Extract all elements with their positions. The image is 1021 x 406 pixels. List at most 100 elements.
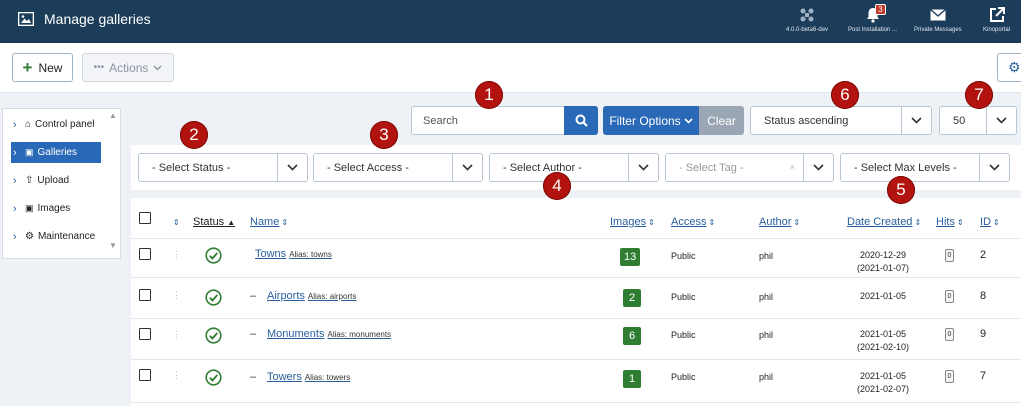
created-date: 2021-01-05 — [859, 371, 907, 381]
select-all-checkbox[interactable] — [139, 212, 151, 224]
options-button[interactable]: ⚙ — [997, 53, 1021, 82]
gallery-name: Towers — [267, 371, 302, 383]
sidebar-item-label: Galleries — [37, 147, 77, 158]
new-button[interactable]: + New — [12, 53, 73, 82]
filter-options-button[interactable]: Filter Options — [603, 106, 699, 135]
row-checkbox[interactable] — [139, 248, 151, 260]
gallery-name-link[interactable]: Airports Alias: airports — [267, 290, 356, 302]
images-column-header[interactable]: Images ⇕ — [610, 216, 655, 228]
clear-button[interactable]: Clear — [699, 106, 744, 135]
sort-icon: ⇕ — [708, 218, 716, 227]
published-check-icon[interactable] — [205, 289, 222, 306]
published-check-icon[interactable] — [205, 369, 222, 386]
cogs-icon: ⚙ — [25, 231, 34, 242]
max-levels-filter-select[interactable]: - Select Max Levels - — [840, 153, 1010, 182]
access-value: Public — [671, 330, 696, 340]
sidebar-item-maintenance[interactable]: › ⚙ Maintenance — [11, 226, 101, 247]
sidebar-item-images[interactable]: › ▣ Images — [11, 198, 101, 219]
ordering-select[interactable]: Status ascending — [750, 106, 932, 135]
site-link-item[interactable]: Kinoportal — [983, 6, 1010, 33]
chevron-down-icon — [684, 117, 693, 124]
clear-icon[interactable]: × — [790, 162, 795, 172]
row-divider — [131, 238, 1021, 239]
private-messages-item[interactable]: Private Messages — [914, 6, 962, 33]
chevron-down-icon — [979, 154, 1009, 181]
row-checkbox[interactable] — [139, 328, 151, 340]
chevron-down-icon — [628, 154, 658, 181]
version-item[interactable]: 4.0.0-beta6-dev — [786, 6, 828, 33]
sidebar-item-label: Upload — [37, 175, 70, 186]
author-value: phil — [759, 251, 774, 261]
gallery-alias: Alias: monuments — [327, 330, 392, 339]
limit-select[interactable]: 50 — [939, 106, 1017, 135]
page-title: Manage galleries — [44, 11, 151, 27]
scroll-up-icon[interactable]: ▲ — [108, 111, 118, 120]
name-column-header[interactable]: Name ⇕ — [250, 216, 288, 228]
callout-marker-5: 5 — [887, 176, 915, 204]
date-created-value: 2021-01-05 (2021-02-07) — [848, 370, 918, 396]
image-icon: ▣ — [25, 203, 34, 213]
level-indicator: – — [250, 290, 257, 302]
site-link-label: Kinoportal — [983, 27, 1011, 33]
status-column-header[interactable]: Status ▲ — [193, 216, 235, 228]
access-value: Public — [671, 251, 696, 261]
chevron-down-icon — [452, 154, 482, 181]
id-value: 9 — [980, 328, 987, 340]
chevron-right-icon: › — [13, 230, 17, 243]
id-column-header[interactable]: ID ⇕ — [980, 216, 1000, 228]
sidebar-item-control-panel[interactable]: › ⌂ Control panel — [11, 114, 101, 135]
hits-badge: 0 — [945, 249, 954, 262]
sort-icon: ⇕ — [956, 218, 964, 227]
callout-marker-7: 7 — [965, 81, 993, 109]
search-input[interactable]: Search — [411, 106, 565, 135]
post-installation-item[interactable]: 3 Post Installation ... — [848, 4, 897, 33]
row-checkbox[interactable] — [139, 369, 151, 381]
name-header-label: Name — [250, 216, 280, 228]
published-check-icon[interactable] — [205, 247, 222, 264]
published-check-icon[interactable] — [205, 327, 222, 344]
row-divider — [131, 359, 1021, 360]
drag-handle-icon[interactable]: ⋮ — [172, 329, 181, 340]
sort-asc-icon: ▲ — [227, 218, 236, 227]
drag-handle-icon[interactable]: ⋮ — [172, 370, 181, 381]
gallery-alias: Alias: towns — [289, 250, 332, 259]
sidebar-item-upload[interactable]: › ⇧ Upload — [11, 170, 101, 191]
sort-icon: ⇕ — [281, 218, 289, 227]
date-created-value: 2021-01-05 — [848, 290, 918, 303]
drag-handle-icon[interactable]: ⋮ — [172, 290, 181, 301]
images-count-badge: 13 — [620, 248, 641, 266]
author-column-header[interactable]: Author ⇕ — [759, 216, 800, 228]
drag-handle-icon[interactable]: ⋮ — [172, 249, 181, 260]
gallery-name-link[interactable]: Monuments Alias: monuments — [267, 328, 391, 340]
actions-button[interactable]: ••• Actions — [82, 53, 174, 82]
chevron-down-icon — [986, 107, 1016, 134]
gallery-name-link[interactable]: Towers Alias: towers — [267, 371, 350, 383]
author-value: phil — [759, 330, 774, 340]
status-filter-select[interactable]: - Select Status - — [138, 153, 308, 182]
access-column-header[interactable]: Access ⇕ — [671, 216, 715, 228]
access-value: Public — [671, 372, 696, 382]
tag-filter-select[interactable]: - Select Tag - × — [665, 153, 834, 182]
images-count-badge: 2 — [623, 289, 641, 307]
date-created-column-header[interactable]: Date Created ⇕ — [847, 216, 921, 228]
author-filter-select[interactable]: - Select Author - — [489, 153, 659, 182]
hits-column-header[interactable]: Hits ⇕ — [936, 216, 964, 228]
access-filter-select[interactable]: - Select Access - — [313, 153, 483, 182]
id-header-label: ID — [980, 216, 991, 228]
level-indicator: – — [250, 328, 257, 340]
gallery-alias: Alias: towers — [304, 373, 351, 382]
search-button[interactable] — [564, 106, 598, 135]
sidebar-item-galleries[interactable]: › ▣ Galleries — [11, 142, 101, 163]
callout-marker-3: 3 — [370, 121, 398, 149]
scroll-down-icon[interactable]: ▼ — [108, 241, 118, 250]
new-button-label: New — [38, 60, 63, 75]
sidebar-scrollbar[interactable]: ▲ ▼ — [108, 111, 118, 256]
external-link-icon — [989, 7, 1005, 22]
sort-icon[interactable]: ⇕ — [173, 218, 180, 227]
callout-marker-2: 2 — [180, 121, 208, 149]
gallery-name: Airports — [267, 290, 305, 302]
chevron-down-icon — [277, 154, 307, 181]
gallery-name: Towns — [255, 248, 287, 260]
row-checkbox[interactable] — [139, 289, 151, 301]
gallery-name-link[interactable]: Towns Alias: towns — [255, 248, 332, 260]
